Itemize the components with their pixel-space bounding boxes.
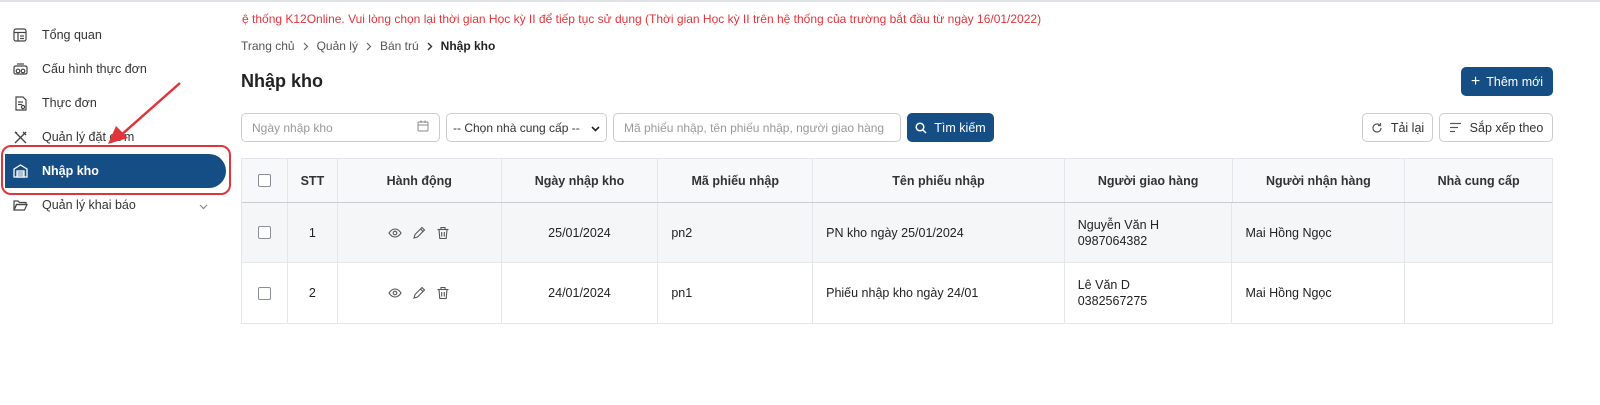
header-cell: Mã phiếu nhập xyxy=(658,159,814,202)
date-cell: 25/01/2024 xyxy=(502,203,659,262)
receiver-cell: Mai Hồng Ngọc xyxy=(1232,263,1406,323)
add-new-label: Thêm mới xyxy=(1486,74,1544,89)
actions-cell xyxy=(338,203,502,262)
supplier-cell xyxy=(1405,263,1552,323)
chevron-right-icon xyxy=(427,42,433,51)
select-all-checkbox[interactable] xyxy=(257,174,271,187)
breadcrumb-item[interactable]: Trang chủ xyxy=(241,39,295,53)
breadcrumb-item[interactable]: Bán trú xyxy=(380,39,419,53)
code-cell: pn2 xyxy=(658,203,814,262)
reload-label: Tải lại xyxy=(1390,120,1425,135)
row-select-cell xyxy=(242,263,288,323)
deliverer-phone: 0987064382 xyxy=(1077,233,1148,248)
sort-label: Sắp xếp theo xyxy=(1469,120,1544,135)
plus-icon: + xyxy=(1470,72,1481,90)
edit-icon[interactable] xyxy=(412,226,426,240)
delete-icon[interactable] xyxy=(436,226,450,240)
highlight-outline xyxy=(1,145,231,195)
search-icon xyxy=(915,121,927,134)
view-icon[interactable] xyxy=(388,226,402,240)
sort-icon xyxy=(1449,122,1461,133)
header-cell: Người nhận hàng xyxy=(1233,159,1406,202)
sidebar-item-label: Quản lý khai báo xyxy=(42,198,136,212)
code-cell: pn1 xyxy=(658,263,814,323)
deliverer-name: Lê Văn D xyxy=(1077,278,1130,292)
page-title: Nhập kho xyxy=(241,71,324,91)
annotation-arrow-icon xyxy=(108,82,181,144)
table-row: 2 24/01/2024 pn1 Phiếu nhập kho ngày 24/… xyxy=(242,263,1552,323)
deliverer-cell: Nguyễn Văn H 0987064382 xyxy=(1065,203,1233,262)
menu-config-icon xyxy=(12,61,28,77)
row-checkbox[interactable] xyxy=(257,226,271,239)
calendar-icon xyxy=(417,120,429,135)
refresh-icon xyxy=(1372,122,1382,133)
actions-cell xyxy=(338,263,502,323)
supplier-selected-value: -- Chọn nhà cung cấp -- xyxy=(453,120,580,135)
row-select-cell xyxy=(242,203,288,262)
view-icon[interactable] xyxy=(388,286,402,300)
breadcrumb-item[interactable]: Quản lý xyxy=(317,39,358,53)
date-cell: 24/01/2024 xyxy=(502,263,659,323)
header-cell: Hành động xyxy=(338,159,502,202)
chevron-right-icon xyxy=(303,42,309,51)
date-placeholder: Ngày nhập kho xyxy=(252,120,333,135)
stt-cell: 2 xyxy=(288,263,338,323)
add-new-button[interactable]: + Thêm mới xyxy=(1461,67,1553,96)
header-cell: Tên phiếu nhập xyxy=(813,159,1065,202)
reload-button[interactable]: Tải lại xyxy=(1362,113,1433,142)
search-input[interactable] xyxy=(624,120,890,135)
supplier-select[interactable]: -- Chọn nhà cung cấp -- xyxy=(446,113,607,142)
breadcrumb-current: Nhập kho xyxy=(440,39,496,53)
deliverer-phone: 0382567275 xyxy=(1077,294,1148,308)
table-row: 1 25/01/2024 pn2 PN kho ngày 25/01/2024 … xyxy=(242,203,1552,263)
table-header: STT Hành động Ngày nhập kho Mã phiếu nhậ… xyxy=(242,159,1552,203)
date-picker-input[interactable]: Ngày nhập kho xyxy=(241,113,440,142)
data-table: STT Hành động Ngày nhập kho Mã phiếu nhậ… xyxy=(241,158,1553,324)
deliverer-name: Nguyễn Văn H xyxy=(1077,217,1160,232)
chevron-down-icon xyxy=(199,199,208,213)
folder-icon xyxy=(12,197,28,213)
receiver-cell: Mai Hồng Ngọc xyxy=(1232,203,1406,262)
header-cell: Ngày nhập kho xyxy=(502,159,659,202)
notice-banner: ệ thống K12Online. Vui lòng chọn lại thờ… xyxy=(242,12,1042,26)
header-select-all xyxy=(242,159,288,202)
search-button[interactable]: Tìm kiếm xyxy=(907,113,994,142)
header-cell: Nhà cung cấp xyxy=(1437,173,1520,188)
menu-document-icon xyxy=(12,95,28,111)
search-field[interactable] xyxy=(613,113,901,142)
search-button-label: Tìm kiếm xyxy=(934,120,986,135)
delete-icon[interactable] xyxy=(436,286,450,300)
header-cell: Người giao hàng xyxy=(1065,159,1233,202)
sidebar-item-label: Cấu hình thực đơn xyxy=(42,62,147,76)
header-cell: STT xyxy=(288,159,338,202)
dashboard-icon xyxy=(12,27,28,43)
top-border xyxy=(0,0,1600,2)
name-cell: Phiếu nhập kho ngày 24/01 xyxy=(813,263,1065,323)
sort-button[interactable]: Sắp xếp theo xyxy=(1439,113,1553,142)
breadcrumb: Trang chủ Quản lý Bán trú Nhập kho xyxy=(241,39,495,53)
sidebar-item-label: Tổng quan xyxy=(42,28,102,42)
edit-icon[interactable] xyxy=(412,286,426,300)
sidebar-item-tong-quan[interactable]: Tổng quan xyxy=(0,18,232,52)
chevron-down-icon xyxy=(591,121,600,135)
supplier-cell xyxy=(1405,203,1552,262)
deliverer-cell: Lê Văn D 0382567275 xyxy=(1065,263,1233,323)
chevron-right-icon xyxy=(366,42,372,51)
utensils-icon xyxy=(12,129,28,145)
stt-cell: 1 xyxy=(288,203,338,262)
row-checkbox[interactable] xyxy=(257,286,271,300)
sidebar-item-label: Thực đơn xyxy=(42,96,97,110)
name-cell: PN kho ngày 25/01/2024 xyxy=(813,203,1065,262)
